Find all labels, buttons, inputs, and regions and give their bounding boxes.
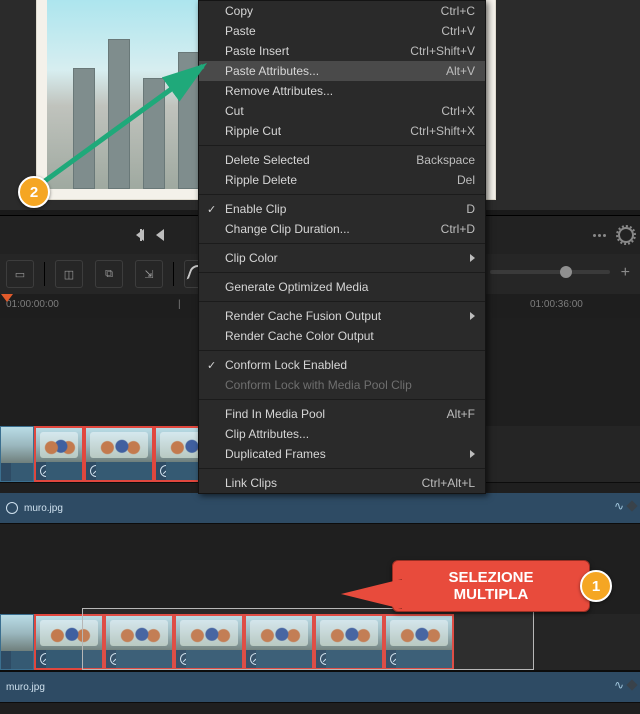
skip-back-button[interactable] — [140, 229, 144, 241]
selection-marquee — [82, 608, 534, 670]
gear-icon[interactable] — [618, 227, 634, 243]
menu-item[interactable]: PasteCtrl+V — [199, 21, 485, 41]
timeline-clip-selected[interactable]: portrai... — [84, 426, 154, 482]
zoom-slider[interactable] — [490, 270, 610, 274]
menu-item: Conform Lock with Media Pool Clip — [199, 375, 485, 395]
menu-item[interactable]: Render Cache Color Output — [199, 326, 485, 346]
menu-item[interactable]: Find In Media PoolAlt+F — [199, 404, 485, 424]
menu-item[interactable]: Remove Attributes... — [199, 81, 485, 101]
menu-item[interactable]: Clip Attributes... — [199, 424, 485, 444]
bg-clip-lower[interactable]: muro.jpg ∿ — [0, 671, 640, 703]
ruler-time-0: 01:00:00:00 — [6, 299, 59, 310]
retime-icon: ∿ — [614, 499, 622, 513]
menu-item[interactable]: Conform Lock Enabled — [199, 355, 485, 375]
menu-item[interactable]: Generate Optimized Media — [199, 277, 485, 297]
playhead-icon[interactable] — [1, 294, 13, 302]
ruler-time-1: 01:00:36:00 — [530, 299, 583, 310]
tool-1[interactable]: ▭ — [6, 260, 34, 288]
menu-item[interactable]: Clip Color — [199, 248, 485, 268]
keyframe-icon[interactable] — [626, 500, 637, 511]
annotation-badge-2: 2 — [18, 176, 50, 208]
timeline-clip[interactable] — [0, 426, 34, 482]
menu-item[interactable]: Change Clip Duration...Ctrl+D — [199, 219, 485, 239]
app-stage: ▭ ◫ ⧉ ⇲ − + 01:00:00:00 | 01:00:36:00 sm… — [0, 0, 640, 714]
tool-2[interactable]: ◫ — [55, 260, 83, 288]
menu-item[interactable]: Duplicated Frames — [199, 444, 485, 464]
retime-icon: ∿ — [614, 678, 622, 692]
bg-clip-upper[interactable]: muro.jpg ∿ — [0, 493, 640, 524]
timeline-clip[interactable] — [0, 614, 34, 670]
tool-4[interactable]: ⇲ — [135, 260, 163, 288]
ruler-tick: | — [178, 299, 181, 310]
clip-context-menu: CopyCtrl+CPasteCtrl+VPaste InsertCtrl+Sh… — [198, 0, 486, 494]
tool-3[interactable]: ⧉ — [95, 260, 123, 288]
menu-item[interactable]: CutCtrl+X — [199, 101, 485, 121]
annotation-badge-1: 1 — [580, 570, 612, 602]
menu-item[interactable]: Enable ClipD — [199, 199, 485, 219]
timeline-clip-selected[interactable]: smilin... — [34, 426, 84, 482]
menu-item[interactable]: Ripple DeleteDel — [199, 170, 485, 190]
menu-item[interactable]: Ripple CutCtrl+Shift+X — [199, 121, 485, 141]
step-back-button[interactable] — [156, 229, 164, 241]
bg-clip-label-2: muro.jpg — [6, 682, 45, 693]
annotation-callout: SELEZIONE MULTIPLA — [392, 560, 590, 612]
zoom-in-button[interactable]: + — [621, 264, 630, 282]
menu-item[interactable]: Render Cache Fusion Output — [199, 306, 485, 326]
options-icon[interactable] — [593, 234, 606, 237]
keyframe-icon[interactable] — [626, 679, 637, 690]
menu-item[interactable]: Paste Attributes...Alt+V — [199, 61, 485, 81]
menu-item[interactable]: Paste InsertCtrl+Shift+V — [199, 41, 485, 61]
menu-item[interactable]: Link ClipsCtrl+Alt+L — [199, 473, 485, 493]
bg-clip-label: muro.jpg — [24, 503, 63, 514]
menu-item[interactable]: CopyCtrl+C — [199, 1, 485, 21]
menu-item[interactable]: Delete SelectedBackspace — [199, 150, 485, 170]
